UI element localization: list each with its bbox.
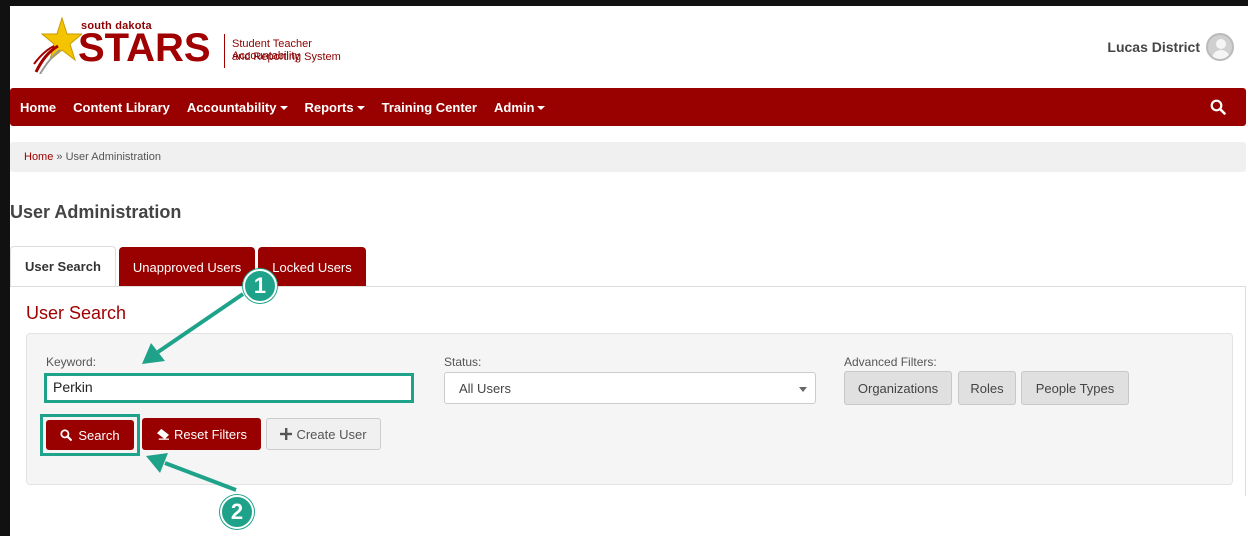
breadcrumb-separator: » — [56, 151, 63, 163]
nav-item-training-center[interactable]: Training Center — [382, 100, 477, 115]
tab-unapproved-users[interactable]: Unapproved Users — [118, 247, 256, 287]
tab-bar: User Search Unapproved Users Locked User… — [10, 246, 369, 287]
logo-divider — [224, 34, 225, 68]
user-menu[interactable]: Lucas District — [1107, 32, 1234, 62]
keyword-input[interactable]: Perkin — [44, 373, 414, 403]
status-label: Status: — [444, 355, 482, 369]
advanced-filters-label: Advanced Filters: — [844, 355, 937, 369]
section-title: User Search — [26, 303, 127, 323]
people-types-filter-button[interactable]: People Types — [1021, 371, 1129, 405]
nav-item-accountability[interactable]: Accountability — [187, 100, 288, 115]
tab-label: Unapproved Users — [132, 259, 242, 275]
tab-label: Locked Users — [272, 259, 352, 275]
breadcrumb-home-link[interactable]: Home — [24, 151, 53, 163]
nav-item-reports[interactable]: Reports — [305, 100, 365, 115]
user-name[interactable]: Lucas District — [1107, 39, 1200, 55]
nav-label: Admin — [493, 99, 535, 115]
page-title: User Administration — [10, 202, 182, 222]
tab-user-search[interactable]: User Search — [10, 246, 116, 287]
window-frame-left — [0, 0, 10, 536]
nav-label: Home — [20, 99, 57, 115]
plus-icon — [280, 428, 293, 440]
callout-step-2: 2 — [220, 495, 254, 529]
search-button[interactable]: Search — [46, 420, 134, 450]
nav-label: Accountability — [186, 99, 277, 115]
logo-subtitle-line2: and Reporting System — [232, 51, 341, 63]
reset-button-label: Reset Filters — [174, 426, 247, 442]
star-logo-icon — [33, 16, 82, 74]
breadcrumb-current: User Administration — [65, 151, 161, 163]
tab-label: User Search — [25, 259, 101, 274]
site-header: south dakota STARS Student Teacher Accou… — [10, 6, 1248, 86]
logo-title: STARS — [78, 26, 211, 70]
reset-filters-button[interactable]: Reset Filters — [142, 418, 261, 450]
search-icon — [60, 429, 73, 441]
caret-down-icon — [279, 106, 288, 111]
nav-label: Reports — [304, 99, 354, 115]
search-icon[interactable] — [1210, 99, 1226, 115]
create-user-button[interactable]: Create User — [266, 418, 381, 450]
nav-item-content-library[interactable]: Content Library — [73, 100, 170, 115]
nav-label: Training Center — [381, 99, 477, 115]
filter-label: People Types — [1035, 380, 1115, 396]
avatar-icon[interactable] — [1206, 33, 1234, 61]
nav-item-home[interactable]: Home — [20, 100, 56, 115]
nav-label: Content Library — [73, 99, 170, 115]
callout-step-1: 1 — [243, 269, 277, 303]
stars-logo[interactable]: south dakota STARS Student Teacher Accou… — [32, 16, 372, 76]
search-filters-panel — [26, 333, 1233, 485]
main-navbar: Home Content Library Accountability Repo… — [10, 88, 1246, 126]
create-button-label: Create User — [296, 426, 367, 442]
breadcrumb: Home » User Administration — [10, 142, 1246, 172]
keyword-label: Keyword: — [46, 355, 97, 369]
eraser-icon — [157, 428, 170, 440]
search-button-label: Search — [78, 427, 120, 443]
chevron-down-icon — [799, 387, 807, 392]
caret-down-icon — [356, 106, 365, 111]
filter-label: Organizations — [857, 380, 939, 396]
filter-label: Roles — [970, 380, 1004, 396]
roles-filter-button[interactable]: Roles — [958, 371, 1016, 405]
status-selected-value: All Users — [459, 381, 512, 396]
organizations-filter-button[interactable]: Organizations — [844, 371, 952, 405]
nav-item-admin[interactable]: Admin — [493, 99, 546, 115]
status-select[interactable]: All Users — [444, 372, 816, 404]
caret-down-icon — [537, 106, 546, 111]
